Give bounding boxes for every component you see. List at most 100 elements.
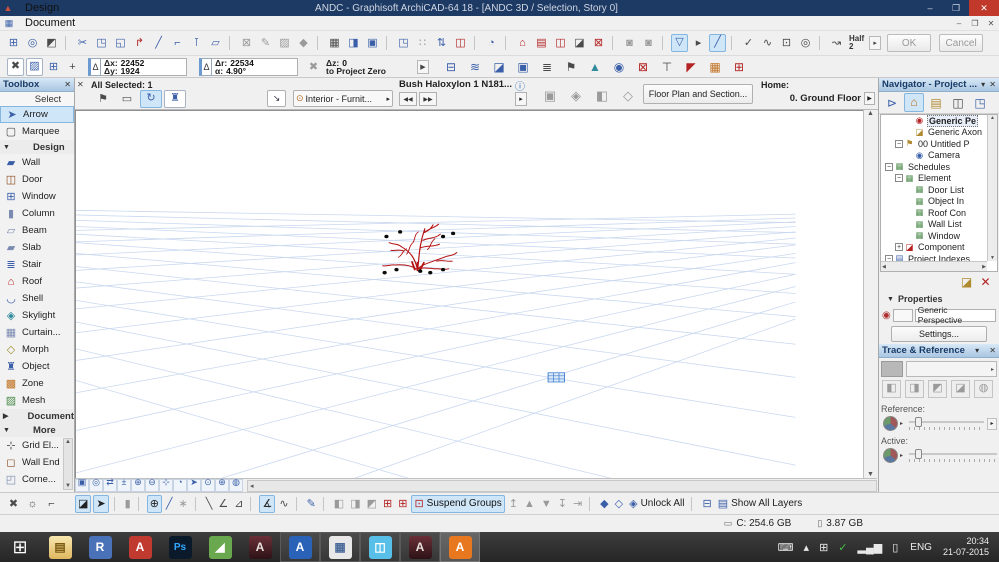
marquee-tool-icon[interactable]: ▢ Marquee [0, 123, 74, 140]
find-select-icon[interactable]: ≣▾ [536, 58, 558, 76]
active-intensity-slider[interactable] [909, 448, 997, 463]
selection-style-icon[interactable]: ◳▾ [395, 34, 412, 52]
trace-switch-icon[interactable]: ◧▾ [882, 380, 901, 398]
scroll-up-icon[interactable]: ▲ [65, 439, 71, 445]
navigator-header[interactable]: Navigator - Project ... ▾ ✕ [879, 78, 999, 92]
transform-box-icon[interactable]: ⊡▾ [778, 34, 795, 52]
sun-position-icon[interactable]: ◔▾ [483, 34, 500, 52]
hand-pan-icon[interactable]: ⊹▾ [159, 477, 173, 492]
windows-update-icon[interactable]: ✓ [838, 541, 847, 554]
taskbar-clock[interactable]: 20:34 21-07-2015 [943, 536, 989, 558]
action-center-icon[interactable]: ⊞ [819, 541, 828, 554]
special-snap-icon[interactable]: ⊿ ▾ [232, 495, 245, 513]
send-backward-icon[interactable]: ▼ ▾ [539, 495, 554, 513]
window-insert-icon[interactable]: ▣▾ [364, 34, 381, 52]
window-tool-icon[interactable]: ⊞ Window [0, 188, 74, 205]
tree-item[interactable]: ▦ Door List [881, 184, 997, 196]
line-segment-icon[interactable]: ╱ ▾ [164, 495, 175, 513]
align-elements-icon[interactable]: ◧ ▾ [332, 495, 346, 513]
tree-expander-icon[interactable] [905, 117, 913, 125]
project-map-icon[interactable]: ⌂▾ [904, 93, 924, 112]
document-icon[interactable]: ▦ [0, 18, 18, 29]
virtual-trace-icon[interactable]: ≋▾ [464, 58, 486, 76]
slab-tool-icon[interactable]: ▰ Slab [0, 239, 74, 256]
ok-button[interactable]: OK [887, 34, 932, 52]
adjust-icon[interactable]: ⊺▾ [188, 34, 205, 52]
markup-tools-icon[interactable]: ▲▾ [584, 58, 606, 76]
angle-constraint-icon[interactable]: ∠ ▾ [216, 495, 230, 513]
scroll-left-icon[interactable]: ◂ [250, 482, 254, 490]
object-preview-icon[interactable]: ♜▾ [164, 90, 186, 108]
zoom-in-icon[interactable]: ⊕▾ [131, 477, 145, 492]
confirm-icon[interactable]: ✓▾ [740, 34, 757, 52]
tree-item[interactable]: ▦ Object In [881, 196, 997, 208]
placement-simple-icon[interactable]: ▣▾ [538, 86, 562, 104]
publisher-icon[interactable]: ◳▾ [970, 93, 990, 112]
delta-ra-field[interactable]: Δ Δr: 22534 α: 4.90° [199, 57, 298, 76]
scroll-right-icon[interactable]: ▶ [982, 264, 986, 270]
modify-icon[interactable]: ✎▾ [257, 34, 274, 52]
stair-tool-icon[interactable]: ≣ Stair [0, 256, 74, 273]
home-story-icon[interactable]: ⌂▾ [514, 34, 531, 52]
group-elements-icon[interactable]: ⊞ ▾ [381, 495, 394, 513]
drag-icon[interactable]: ◳▾ [93, 34, 110, 52]
tree-item[interactable]: − ▦ Element [881, 173, 997, 185]
trace-close-icon[interactable]: ✕ [989, 346, 996, 355]
corner-mode-icon[interactable]: ⌐▾ [43, 495, 60, 513]
trace-collapse-icon[interactable]: ▾ [975, 346, 979, 355]
magnifier-settings-icon[interactable]: ◎▾ [797, 34, 814, 52]
elevation-flyout-button[interactable]: ▶ [417, 59, 429, 74]
ungroup-elements-icon[interactable]: ⊞ ▾ [396, 495, 409, 513]
tree-item[interactable]: ◪ Generic Axon [881, 127, 997, 139]
select-flyout-arrow[interactable]: ▸▾ [690, 34, 707, 52]
tree-expander-icon[interactable] [905, 232, 913, 240]
toolbox-item[interactable]: Select [0, 92, 74, 106]
reference-chooser-combo[interactable]: ▸ [906, 361, 997, 377]
toolbox-item[interactable]: ▼ More [0, 423, 74, 437]
delta-xy-field[interactable]: Δ Δx: 22452 Δy: 1924 [88, 57, 187, 76]
delete-guides-icon[interactable]: ⊠▾ [632, 58, 654, 76]
info-icon[interactable]: ⓘ [515, 78, 525, 93]
wall-tool-icon[interactable]: ▰ Wall [0, 154, 74, 171]
slider-flyout-button[interactable]: ▸ [987, 417, 997, 430]
power-icon[interactable]: ▯ [892, 541, 898, 554]
scale-elements-icon[interactable]: ◩ ▾ [365, 495, 379, 513]
send-changes-icon[interactable]: ◫▾ [552, 34, 569, 52]
next-object-button[interactable]: ▶▶ [419, 92, 437, 106]
reference-intensity-slider[interactable] [909, 416, 984, 431]
gravity-icon[interactable]: ⇅▾ [433, 34, 450, 52]
tree-horizontal-scrollbar[interactable]: ◀ ▶ [881, 261, 987, 271]
taskbar-archicad-active-icon[interactable]: A [440, 532, 480, 562]
measure-line-icon[interactable]: ╱▾ [709, 34, 726, 52]
view-map-icon[interactable]: ▤▾ [926, 93, 946, 112]
taskbar-archicad-blue-icon[interactable]: A [280, 532, 320, 562]
start-button[interactable]: ⊞ [0, 532, 40, 562]
layer-combo[interactable]: ⊙ Interior - Furnit... ▸ [293, 90, 393, 107]
deselect-icon[interactable]: ✖▾ [5, 495, 22, 513]
move-reference-icon[interactable]: ◪▾ [951, 380, 970, 398]
tree-item[interactable]: ◉ Generic Pe [881, 115, 997, 127]
tree-expander-icon[interactable] [905, 186, 913, 194]
ie-schemes-icon[interactable]: ⊞▾ [728, 58, 750, 76]
trace-toggle-icon[interactable] [881, 361, 903, 377]
pick-up-parameters-icon[interactable]: ✎ ▾ [305, 495, 318, 513]
mirror-icon[interactable]: ↱▾ [131, 34, 148, 52]
curtain-wall-tool-icon[interactable]: ▦ Curtain... [0, 324, 74, 341]
unlock-all-button[interactable]: ◈ Unlock All ▾ [627, 495, 686, 513]
close-button[interactable]: ✕ [969, 0, 999, 16]
pan-icon[interactable]: ⇄▾ [103, 477, 117, 492]
taskbar-archicad-dark-icon[interactable]: A [240, 532, 280, 562]
tree-expander-icon[interactable]: − [895, 174, 903, 183]
door-tool-icon[interactable]: ◫ Door [0, 171, 74, 188]
schedule-icon[interactable]: ▦▾ [704, 58, 726, 76]
beam-tool-icon[interactable]: ▱ Beam [0, 222, 74, 239]
touch-keyboard-icon[interactable]: ⌨ [778, 541, 794, 554]
viewport-vertical-scrollbar[interactable]: ▲ ▼ [863, 110, 877, 478]
taskbar-file-explorer-icon[interactable]: ▤ [40, 532, 80, 562]
reserve-icon[interactable]: ◪▾ [571, 34, 588, 52]
layer-settings-icon[interactable]: ⊟ ▾ [700, 495, 713, 513]
menu-item[interactable]: Document [18, 16, 82, 31]
object-flyout-button[interactable]: ▸ [515, 92, 527, 106]
arrow-tool-icon[interactable]: ➤ Arrow [0, 106, 74, 123]
menu-item[interactable]: Design [18, 1, 82, 16]
